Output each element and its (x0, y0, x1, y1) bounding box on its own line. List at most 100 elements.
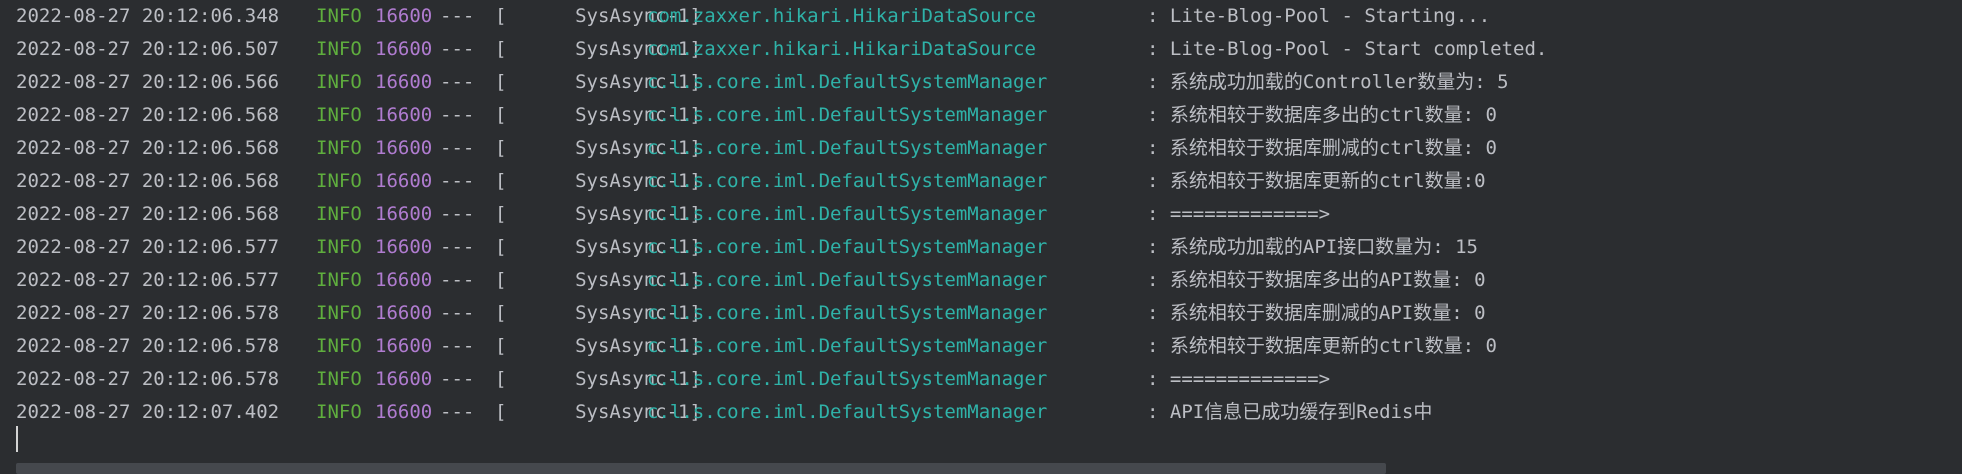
log-pid: 16600 (375, 5, 433, 27)
log-timestamp: 2022-08-27 20:12:06.507 (16, 38, 280, 60)
log-separator: --- (440, 38, 475, 60)
log-logger: c.l.s.core.iml.DefaultSystemManager (647, 368, 1048, 390)
log-thread: [ SysAsync-1] (495, 104, 701, 126)
log-separator: --- (440, 137, 475, 159)
log-separator: --- (440, 170, 475, 192)
log-timestamp: 2022-08-27 20:12:06.568 (16, 170, 280, 192)
log-timestamp: 2022-08-27 20:12:06.578 (16, 368, 280, 390)
log-separator: --- (440, 236, 475, 258)
log-pid: 16600 (375, 71, 433, 93)
log-thread: [ SysAsync-1] (495, 38, 701, 60)
log-separator: --- (440, 5, 475, 27)
log-message: : 系统相较于数据库更新的ctrl数量: 0 (1147, 335, 1497, 357)
log-pid: 16600 (375, 269, 433, 291)
log-level: INFO (316, 236, 362, 258)
log-line: 2022-08-27 20:12:06.578 INFO 16600 --- [ Sys… (16, 297, 1547, 330)
log-line: 2022-08-27 20:12:06.568 INFO 16600 --- [ Sys… (16, 198, 1547, 231)
log-timestamp: 2022-08-27 20:12:06.568 (16, 104, 280, 126)
log-line: 2022-08-27 20:12:06.568 INFO 16600 --- [ Sys… (16, 132, 1547, 165)
log-line: 2022-08-27 20:12:06.578 INFO 16600 --- [ Sys… (16, 330, 1547, 363)
log-thread: [ SysAsync-1] (495, 368, 701, 390)
log-logger: c.l.s.core.iml.DefaultSystemManager (647, 401, 1048, 423)
log-thread: [ SysAsync-1] (495, 335, 701, 357)
log-logger: c.l.s.core.iml.DefaultSystemManager (647, 104, 1048, 126)
text-caret (16, 426, 18, 452)
console-output[interactable]: 2022-08-27 20:12:06.348 INFO 16600 --- [ Sys… (0, 0, 1962, 474)
log-message: : 系统相较于数据库删减的ctrl数量: 0 (1147, 137, 1497, 159)
log-timestamp: 2022-08-27 20:12:06.566 (16, 71, 280, 93)
log-message: : 系统成功加载的API接口数量为: 15 (1147, 236, 1478, 258)
log-separator: --- (440, 302, 475, 324)
log-level: INFO (316, 302, 362, 324)
log-separator: --- (440, 401, 475, 423)
log-timestamp: 2022-08-27 20:12:06.348 (16, 5, 280, 27)
log-thread: [ SysAsync-1] (495, 170, 701, 192)
log-logger: c.l.s.core.iml.DefaultSystemManager (647, 335, 1048, 357)
log-pid: 16600 (375, 368, 433, 390)
log-pid: 16600 (375, 170, 433, 192)
log-message: : 系统成功加载的Controller数量为: 5 (1147, 71, 1509, 93)
log-pid: 16600 (375, 38, 433, 60)
log-pid: 16600 (375, 335, 433, 357)
log-message: : 系统相较于数据库更新的ctrl数量:0 (1147, 170, 1486, 192)
log-logger: c.l.s.core.iml.DefaultSystemManager (647, 137, 1048, 159)
log-line: 2022-08-27 20:12:06.348 INFO 16600 --- [ Sys… (16, 0, 1547, 33)
log-timestamp: 2022-08-27 20:12:06.577 (16, 236, 280, 258)
log-line: 2022-08-27 20:12:06.577 INFO 16600 --- [ Sys… (16, 231, 1547, 264)
log-pid: 16600 (375, 137, 433, 159)
log-pid: 16600 (375, 401, 433, 423)
log-message: : =============> (1147, 368, 1331, 390)
log-logger: c.l.s.core.iml.DefaultSystemManager (647, 170, 1048, 192)
log-level: INFO (316, 335, 362, 357)
log-level: INFO (316, 401, 362, 423)
log-message: : Lite-Blog-Pool - Starting... (1147, 5, 1491, 27)
log-level: INFO (316, 104, 362, 126)
log-thread: [ SysAsync-1] (495, 302, 701, 324)
log-level: INFO (316, 38, 362, 60)
log-timestamp: 2022-08-27 20:12:06.577 (16, 269, 280, 291)
log-thread: [ SysAsync-1] (495, 203, 701, 225)
log-lines: 2022-08-27 20:12:06.348 INFO 16600 --- [ Sys… (16, 0, 1547, 429)
log-logger: c.l.s.core.iml.DefaultSystemManager (647, 236, 1048, 258)
log-separator: --- (440, 71, 475, 93)
log-logger: c.l.s.core.iml.DefaultSystemManager (647, 269, 1048, 291)
log-pid: 16600 (375, 104, 433, 126)
log-thread: [ SysAsync-1] (495, 71, 701, 93)
log-separator: --- (440, 368, 475, 390)
log-logger: c.l.s.core.iml.DefaultSystemManager (647, 203, 1048, 225)
log-thread: [ SysAsync-1] (495, 137, 701, 159)
log-level: INFO (316, 137, 362, 159)
log-line: 2022-08-27 20:12:06.507 INFO 16600 --- [ Sys… (16, 33, 1547, 66)
log-line: 2022-08-27 20:12:06.566 INFO 16600 --- [ Sys… (16, 66, 1547, 99)
log-separator: --- (440, 335, 475, 357)
log-message: : =============> (1147, 203, 1331, 225)
log-level: INFO (316, 269, 362, 291)
log-line: 2022-08-27 20:12:06.568 INFO 16600 --- [ Sys… (16, 165, 1547, 198)
log-timestamp: 2022-08-27 20:12:06.568 (16, 137, 280, 159)
log-thread: [ SysAsync-1] (495, 269, 701, 291)
log-logger: com.zaxxer.hikari.HikariDataSource (647, 5, 1036, 27)
log-logger: c.l.s.core.iml.DefaultSystemManager (647, 71, 1048, 93)
log-timestamp: 2022-08-27 20:12:07.402 (16, 401, 280, 423)
log-line: 2022-08-27 20:12:06.578 INFO 16600 --- [ Sys… (16, 363, 1547, 396)
log-thread: [ SysAsync-1] (495, 401, 701, 423)
horizontal-scrollbar-thumb[interactable] (16, 463, 1386, 474)
log-message: : 系统相较于数据库多出的API数量: 0 (1147, 269, 1486, 291)
log-separator: --- (440, 203, 475, 225)
log-timestamp: 2022-08-27 20:12:06.578 (16, 335, 280, 357)
horizontal-scrollbar[interactable] (16, 463, 1962, 474)
log-logger: c.l.s.core.iml.DefaultSystemManager (647, 302, 1048, 324)
log-message: : 系统相较于数据库多出的ctrl数量: 0 (1147, 104, 1497, 126)
log-level: INFO (316, 71, 362, 93)
log-line: 2022-08-27 20:12:06.568 INFO 16600 --- [ Sys… (16, 99, 1547, 132)
log-timestamp: 2022-08-27 20:12:06.568 (16, 203, 280, 225)
log-thread: [ SysAsync-1] (495, 236, 701, 258)
log-separator: --- (440, 269, 475, 291)
log-pid: 16600 (375, 236, 433, 258)
log-line: 2022-08-27 20:12:07.402 INFO 16600 --- [ Sys… (16, 396, 1547, 429)
log-level: INFO (316, 5, 362, 27)
log-separator: --- (440, 104, 475, 126)
log-logger: com.zaxxer.hikari.HikariDataSource (647, 38, 1036, 60)
log-message: : 系统相较于数据库删减的API数量: 0 (1147, 302, 1486, 324)
log-message: : Lite-Blog-Pool - Start completed. (1147, 38, 1548, 60)
